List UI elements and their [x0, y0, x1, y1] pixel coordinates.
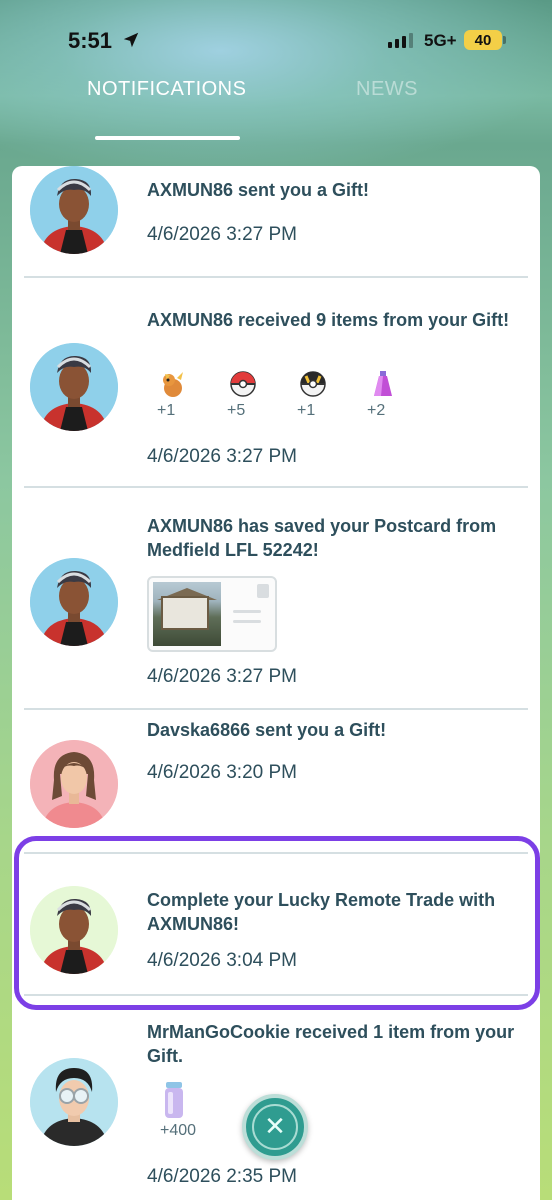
notification-item[interactable]: AXMUN86 has saved your Postcard from Med… [12, 488, 540, 708]
gift-item-count: +5 [227, 402, 246, 419]
signal-bars-icon [388, 33, 413, 48]
network-type: 5G+ [424, 31, 457, 50]
active-tab-indicator [95, 136, 240, 140]
tab-news[interactable]: NEWS [356, 78, 418, 101]
notification-item[interactable]: AXMUN86 received 9 items from your Gift!… [12, 278, 540, 486]
status-time: 5:51 [68, 28, 113, 53]
avatar [30, 740, 118, 828]
poke-ball-icon [230, 371, 256, 397]
potion-icon [374, 371, 392, 396]
notification-message: AXMUN86 received 9 items from your Gift! [147, 310, 510, 330]
gift-item: +1 [297, 368, 367, 420]
gift-items: +400 [160, 1080, 230, 1140]
gift-item: +5 [227, 368, 297, 420]
pokemon-sprite-icon [163, 372, 183, 397]
highlight-outline [14, 836, 540, 1010]
gift-item-count: +2 [367, 402, 386, 419]
notification-timestamp: 4/6/2026 3:27 PM [147, 666, 297, 687]
incense-canister-icon [165, 1082, 183, 1118]
battery-level: 40 [474, 31, 492, 49]
avatar [30, 558, 118, 646]
notification-timestamp: 4/6/2026 3:27 PM [147, 446, 297, 467]
gift-item: +1 [157, 368, 227, 420]
ultra-ball-icon [300, 371, 326, 397]
close-icon: ✕ [252, 1104, 298, 1150]
notification-timestamp: 4/6/2026 2:35 PM [147, 1166, 297, 1187]
notification-message: MrManGoCookie received 1 item from your … [147, 1022, 515, 1066]
notification-timestamp: 4/6/2026 3:20 PM [147, 762, 297, 783]
notification-timestamp: 4/6/2026 3:27 PM [147, 224, 297, 245]
battery-indicator: 40 [464, 30, 506, 50]
gift-items: +1 +5 +1 +2 [157, 368, 437, 420]
close-button[interactable]: ✕ [242, 1094, 308, 1160]
postcard-stamp-icon [257, 584, 269, 598]
avatar [30, 166, 118, 254]
location-arrow-icon [123, 32, 139, 48]
avatar [30, 1058, 118, 1146]
notifications-list[interactable]: AXMUN86 sent you a Gift! 4/6/2026 3:27 P… [12, 166, 540, 1200]
notification-item[interactable]: AXMUN86 sent you a Gift! 4/6/2026 3:27 P… [12, 166, 540, 278]
notification-message: AXMUN86 sent you a Gift! [147, 180, 370, 200]
gift-item-count: +1 [297, 402, 316, 419]
gift-item: +400 [160, 1080, 230, 1140]
gift-item: +2 [367, 368, 437, 420]
tab-notifications[interactable]: NOTIFICATIONS [87, 78, 246, 101]
postcard-photo [153, 582, 221, 646]
gift-item-count: +400 [160, 1122, 197, 1139]
gift-item-count: +1 [157, 402, 176, 419]
avatar [30, 343, 118, 431]
notification-message: Davska6866 sent you a Gift! [147, 720, 387, 740]
status-bar: 5:51 5G+ 40 [0, 0, 552, 80]
notification-item[interactable]: Davska6866 sent you a Gift! 4/6/2026 3:2… [12, 710, 540, 852]
notification-message: AXMUN86 has saved your Postcard from Med… [147, 516, 497, 560]
postcard-thumbnail[interactable] [147, 576, 277, 652]
